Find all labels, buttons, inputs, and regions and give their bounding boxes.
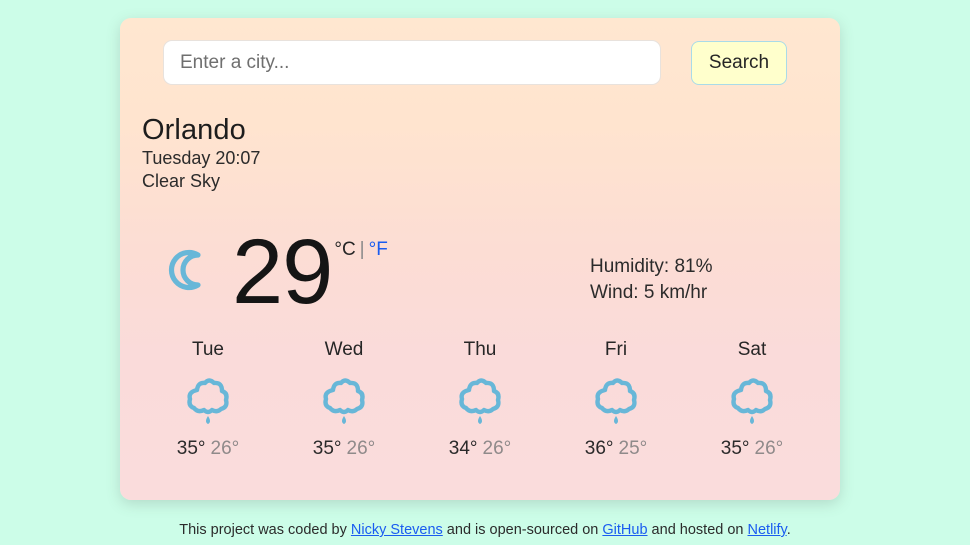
current-temperature-group: 29 °C | °F (158, 226, 388, 318)
current-details: Humidity: 81% Wind: 5 km/hr (590, 254, 713, 306)
cloud-rain-icon (731, 378, 773, 424)
unit-fahrenheit[interactable]: °F (369, 239, 388, 260)
forecast-day-label: Sat (737, 339, 767, 360)
forecast-temp-max: 34° (448, 438, 478, 459)
forecast-day: Wed 35° 26° (276, 338, 412, 460)
forecast-temp-max: 35° (312, 438, 342, 459)
forecast-day-label: Tue (191, 339, 225, 360)
footer: This project was coded by Nicky Stevens … (0, 520, 970, 540)
city-name: Orlando (142, 114, 246, 146)
forecast-temps: 35° 26° (276, 438, 412, 460)
current-description: Clear Sky (142, 171, 221, 191)
forecast-temp-min: 26° (482, 438, 512, 459)
footer-link-source[interactable]: GitHub (602, 522, 647, 538)
footer-text-3: and hosted on (647, 522, 748, 538)
forecast-temp-max: 35° (176, 438, 206, 459)
crescent-moon-icon (168, 249, 201, 291)
footer-text-4: . (786, 522, 791, 538)
forecast-day: Thu 34° 26° (412, 338, 548, 460)
cloud-rain-icon (187, 378, 229, 424)
city-block: Orlando Tuesday 20:07 Clear Sky (142, 113, 260, 193)
unit-toggle: °C | °F (334, 240, 387, 259)
search-input[interactable] (163, 40, 661, 85)
current-datetime: Tuesday 20:07 (142, 148, 261, 168)
current-temperature: 29 (232, 221, 333, 323)
weather-card: Search Orlando Tuesday 20:07 Clear Sky 2… (120, 18, 840, 500)
forecast-temp-min: 26° (210, 438, 240, 459)
footer-text-2: and is open-sourced on (442, 522, 603, 538)
forecast-temp-max: 36° (584, 438, 614, 459)
forecast-temps: 35° 26° (684, 438, 820, 460)
forecast-temp-min: 26° (346, 438, 376, 459)
cloud-rain-icon (323, 378, 365, 424)
cloud-rain-icon (595, 378, 637, 424)
forecast-temp-max: 35° (720, 438, 750, 459)
forecast-row: Tue 35° 26° Wed 35° 26° Thu 34° 26° Fri … (140, 338, 820, 460)
wind-value: Wind: 5 km/hr (590, 282, 708, 303)
cloud-rain-icon (459, 378, 501, 424)
unit-separator: | (359, 239, 365, 260)
current-conditions: 29 °C | °F Humidity: 81% Wind: 5 km/hr (120, 226, 840, 336)
forecast-day-label: Wed (324, 339, 364, 360)
search-button[interactable]: Search (691, 41, 787, 85)
forecast-day: Fri 36° 25° (548, 338, 684, 460)
forecast-temps: 35° 26° (140, 438, 276, 460)
forecast-day-label: Fri (604, 339, 628, 360)
footer-link-author[interactable]: Nicky Stevens (351, 522, 443, 538)
footer-text-1: This project was coded by (179, 522, 351, 538)
forecast-day-label: Thu (463, 339, 497, 360)
footer-link-host[interactable]: Netlify (748, 522, 787, 538)
forecast-temp-min: 26° (754, 438, 784, 459)
forecast-day: Sat 35° 26° (684, 338, 820, 460)
humidity-value: Humidity: 81% (590, 256, 713, 277)
search-row: Search (142, 40, 818, 88)
forecast-temps: 36° 25° (548, 438, 684, 460)
unit-celsius[interactable]: °C (334, 239, 355, 260)
forecast-temps: 34° 26° (412, 438, 548, 460)
forecast-day: Tue 35° 26° (140, 338, 276, 460)
forecast-temp-min: 25° (618, 438, 648, 459)
